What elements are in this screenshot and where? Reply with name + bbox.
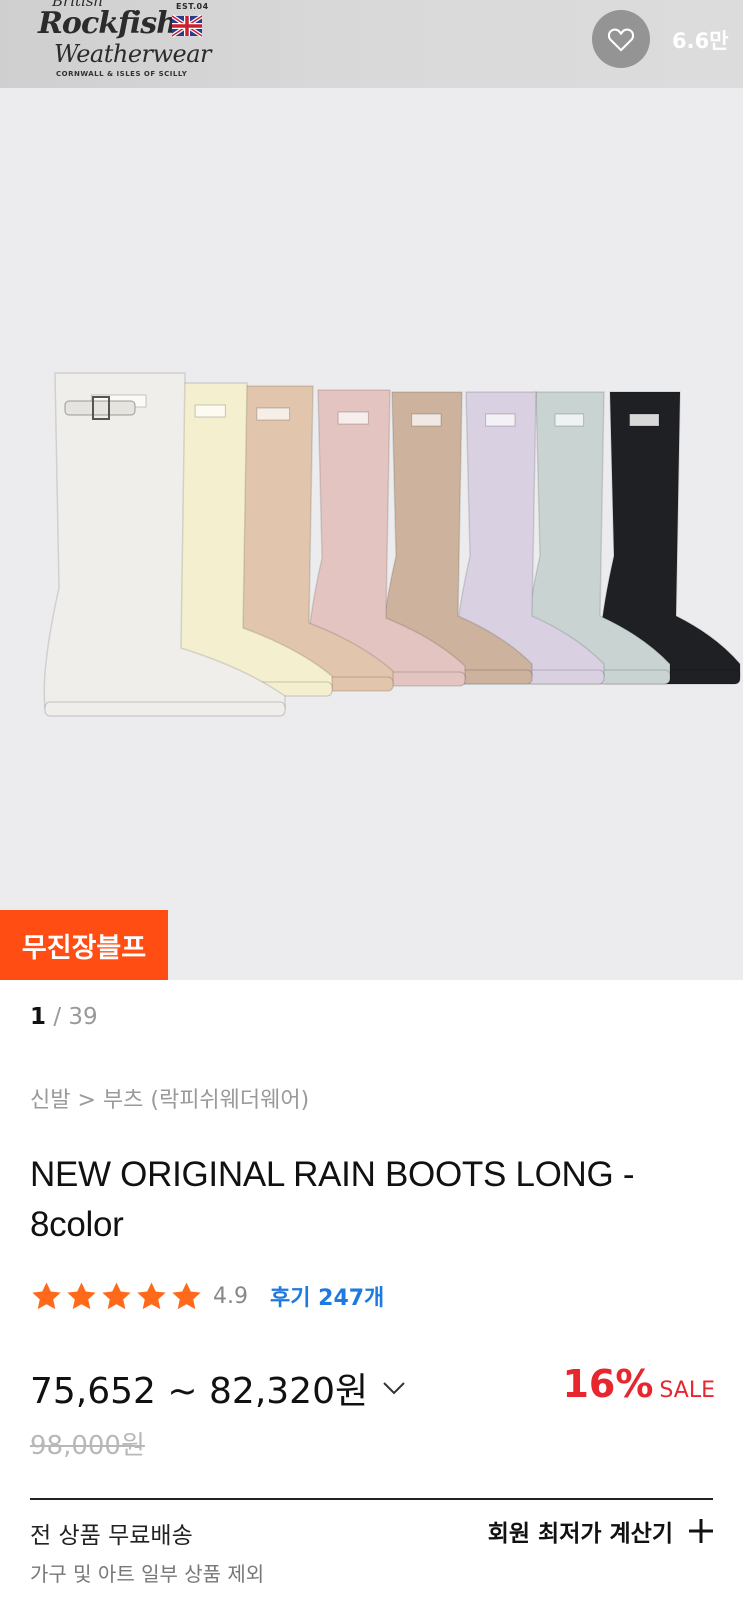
rating-row: 4.9 후기 247개 bbox=[30, 1276, 384, 1316]
brand-logo[interactable]: British EST.04 Rockfish Weatherwear CORN… bbox=[38, 0, 212, 88]
reviews-link[interactable]: 후기 247개 bbox=[270, 1280, 384, 1312]
star-icon bbox=[67, 1281, 96, 1309]
promo-badge: 무진장블프 bbox=[0, 910, 168, 980]
top-bar: British EST.04 Rockfish Weatherwear CORN… bbox=[0, 0, 743, 88]
original-price: 98,000원 bbox=[30, 1431, 145, 1461]
discount-percent: 16% bbox=[562, 1362, 654, 1406]
rating-score: 4.9 bbox=[213, 1283, 248, 1309]
star-icon bbox=[137, 1281, 166, 1309]
brand-location: CORNWALL & ISLES OF SCILLY bbox=[56, 70, 188, 78]
rain-boots-image bbox=[43, 372, 741, 717]
union-jack-icon bbox=[172, 14, 202, 38]
chevron-down-icon[interactable] bbox=[382, 1380, 406, 1396]
price-row[interactable]: 75,652 ~ 82,320원 bbox=[30, 1362, 406, 1414]
brand-est: EST.04 bbox=[176, 2, 209, 11]
product-title: NEW ORIGINAL RAIN BOOTS LONG - 8color bbox=[30, 1155, 635, 1244]
breadcrumb[interactable]: 신발 > 부츠 (락피쉬웨더웨어) bbox=[30, 1082, 309, 1114]
image-counter: 1 / 39 bbox=[30, 1004, 98, 1030]
price-range: 75,652 ~ 82,320원 bbox=[30, 1371, 369, 1412]
sale-label: SALE bbox=[659, 1378, 715, 1403]
divider bbox=[30, 1498, 713, 1500]
shipping-note: 가구 및 아트 일부 상품 제외 bbox=[30, 1562, 265, 1586]
star-icon bbox=[172, 1281, 201, 1309]
heart-icon bbox=[607, 28, 635, 52]
image-counter-total: 39 bbox=[68, 1004, 98, 1030]
calculator-label: 회원 최저가 계산기 bbox=[487, 1521, 673, 1547]
like-button[interactable] bbox=[592, 10, 650, 68]
brand-tagline: Weatherwear bbox=[54, 40, 212, 68]
image-counter-separator: / bbox=[46, 1004, 69, 1030]
shipping-title: 전 상품 무료배송 bbox=[30, 1523, 193, 1549]
star-rating bbox=[30, 1280, 203, 1313]
member-price-calculator-button[interactable]: 회원 최저가 계산기 bbox=[488, 1514, 715, 1548]
brand-name: Rockfish bbox=[38, 6, 178, 41]
image-counter-current: 1 bbox=[30, 1004, 47, 1030]
discount-badge: 16% SALE bbox=[562, 1362, 715, 1406]
product-image-gallery[interactable] bbox=[0, 88, 743, 980]
plus-icon bbox=[689, 1519, 713, 1543]
star-icon bbox=[102, 1281, 131, 1309]
like-count: 6.6만 bbox=[672, 29, 729, 53]
star-icon bbox=[32, 1281, 61, 1309]
